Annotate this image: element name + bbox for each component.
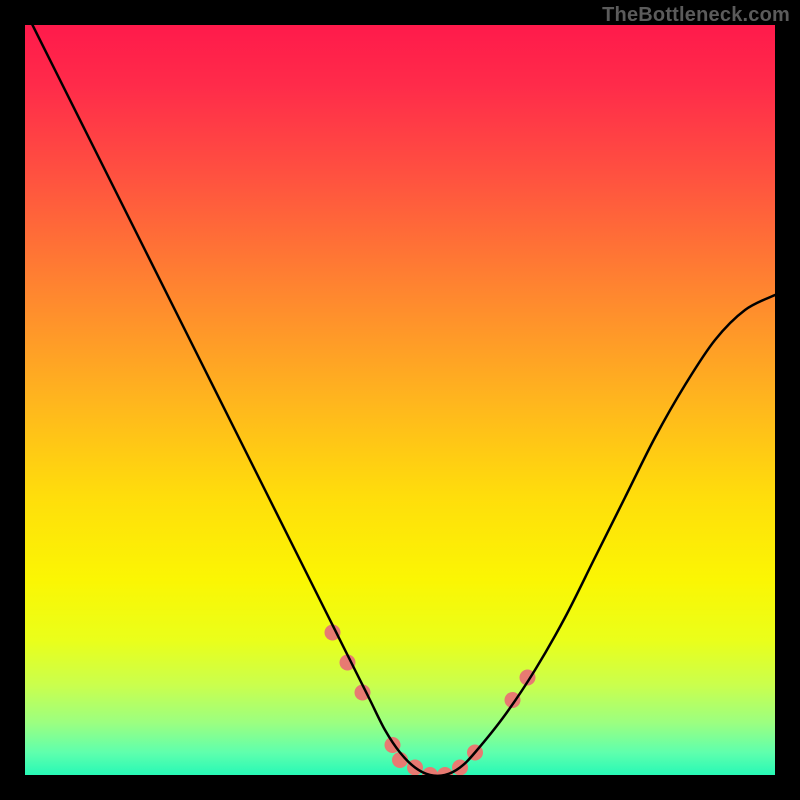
plot-area xyxy=(25,25,775,775)
gradient-background xyxy=(25,25,775,775)
chart-svg xyxy=(25,25,775,775)
attribution-label: TheBottleneck.com xyxy=(602,4,790,27)
outer-frame: TheBottleneck.com xyxy=(0,0,800,800)
